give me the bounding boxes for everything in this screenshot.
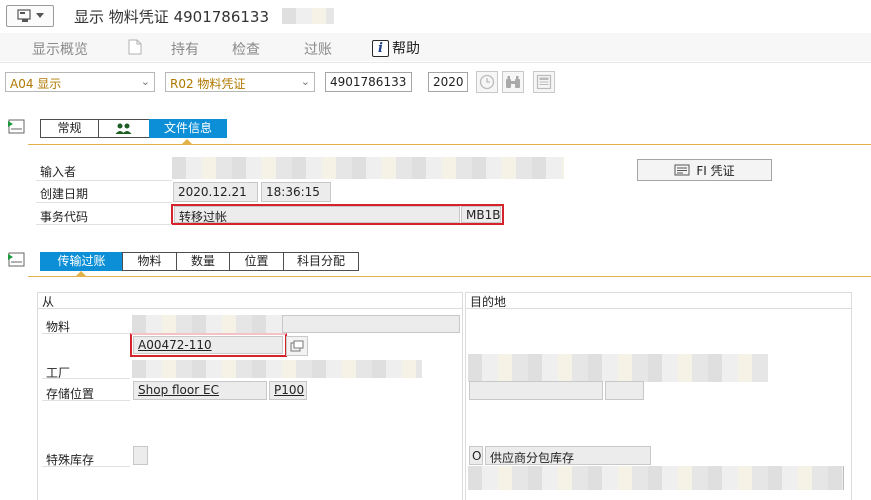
- destination-panel-title: 目的地: [466, 293, 851, 309]
- fi-document-label: FI 凭证: [696, 163, 735, 178]
- redacted-entered-by: [172, 157, 564, 179]
- clock-icon: [479, 74, 495, 90]
- system-menu-button[interactable]: [6, 5, 54, 27]
- fi-document-button[interactable]: FI 凭证: [637, 159, 772, 181]
- window-menu-icon: [16, 9, 31, 22]
- from-material-description-field: [282, 315, 460, 333]
- reference-dropdown[interactable]: R02 物料凭证 ⌄: [165, 72, 315, 92]
- vendor-field-edge: [843, 466, 844, 490]
- help-label: 帮助: [392, 41, 420, 57]
- from-storage-code-field[interactable]: P100: [269, 381, 307, 400]
- accounting-document-icon: [674, 164, 690, 176]
- entered-by-label: 输入者: [40, 165, 77, 179]
- tab-document-info[interactable]: 文件信息: [149, 119, 227, 138]
- destination-special-stock-description-field: 供应商分包库存: [485, 446, 651, 465]
- transaction-code-field: MB1B: [461, 206, 501, 223]
- new-document-icon[interactable]: [128, 39, 142, 55]
- hold-button[interactable]: 持有: [171, 39, 199, 59]
- created-time-field: 18:36:15: [261, 182, 331, 202]
- redacted-title-suffix: [282, 8, 334, 24]
- toolbar-divider: [0, 62, 871, 63]
- item-tab-underline: [28, 276, 871, 277]
- layout-button[interactable]: [533, 71, 555, 93]
- info-icon: i: [372, 39, 389, 57]
- tab-partners[interactable]: [98, 119, 149, 138]
- created-date-label: 创建日期: [40, 187, 89, 201]
- item-tab-pointer: [75, 271, 87, 277]
- created-date-field: 2020.12.21: [173, 182, 258, 202]
- row-divider: [42, 378, 130, 379]
- fiscal-year-input[interactable]: 2020: [428, 72, 468, 92]
- post-button[interactable]: 过账: [304, 39, 332, 59]
- header-toggle-button[interactable]: [6, 117, 26, 137]
- tab-account-assignment[interactable]: 科目分配: [283, 252, 359, 271]
- transaction-code-label: 事务代码: [40, 210, 89, 224]
- action-dropdown-value: A04 显示: [10, 77, 62, 91]
- execute-button[interactable]: [476, 71, 498, 93]
- copy-window-icon: [290, 340, 304, 352]
- from-material-number-field[interactable]: A00472-110: [133, 336, 283, 354]
- row-divider: [36, 224, 172, 225]
- tab-general[interactable]: 常规: [40, 119, 98, 138]
- row-divider: [36, 180, 172, 181]
- row-divider: [42, 466, 130, 467]
- destination-special-stock-code-field[interactable]: O: [469, 446, 483, 465]
- destination-storage-code-field[interactable]: [605, 381, 644, 400]
- chevron-down-icon: ⌄: [140, 75, 150, 88]
- row-divider: [36, 202, 172, 203]
- tab-quantity[interactable]: 数量: [176, 252, 229, 271]
- application-toolbar: 显示概览 持有 检查 过账 i 帮助: [0, 33, 871, 61]
- document-number-input[interactable]: 4901786133: [325, 72, 412, 92]
- header-tab-underline: [28, 144, 871, 145]
- expand-section-icon: [8, 119, 25, 134]
- from-storage-description-field: Shop floor EC: [133, 381, 267, 400]
- row-divider: [42, 400, 130, 401]
- header-tab-pointer: [181, 139, 193, 145]
- page-title-prefix: 显示 物料凭证: [74, 8, 169, 26]
- row-divider: [42, 333, 130, 334]
- transaction-text-field: 转移过帐: [174, 206, 460, 224]
- redacted-plant: [132, 360, 422, 378]
- users-icon: [115, 123, 132, 134]
- tab-transfer-posting[interactable]: 传输过账: [40, 252, 122, 271]
- overview-button[interactable]: 显示概览: [32, 39, 88, 59]
- binoculars-icon: [506, 76, 520, 88]
- from-special-stock-field[interactable]: [133, 446, 148, 465]
- from-panel-title: 从: [38, 293, 462, 309]
- redacted-destination-vendor: [468, 466, 844, 490]
- action-dropdown[interactable]: A04 显示 ⌄: [5, 72, 155, 92]
- check-button[interactable]: 检查: [232, 39, 260, 59]
- redacted-destination-plant: [468, 354, 768, 382]
- item-toggle-button[interactable]: [6, 250, 26, 270]
- expand-section-icon: [8, 252, 25, 267]
- reference-dropdown-value: R02 物料凭证: [170, 77, 246, 91]
- tab-material[interactable]: 物料: [122, 252, 176, 271]
- redacted-material-description: [132, 315, 282, 333]
- chevron-down-icon: ⌄: [300, 75, 310, 88]
- destination-storage-description-field: [469, 381, 603, 400]
- title-bar: 显示 物料凭证 4901786133: [0, 0, 871, 32]
- page-title-doc-number: 4901786133: [173, 8, 269, 26]
- chevron-down-icon: [35, 13, 44, 18]
- material-lookup-button[interactable]: [286, 336, 308, 356]
- page-title: 显示 物料凭证 4901786133: [74, 6, 269, 27]
- help-button[interactable]: i 帮助: [372, 38, 420, 58]
- binoculars-button[interactable]: [502, 71, 524, 93]
- tab-location[interactable]: 位置: [229, 252, 283, 271]
- table-layout-icon: [536, 74, 552, 90]
